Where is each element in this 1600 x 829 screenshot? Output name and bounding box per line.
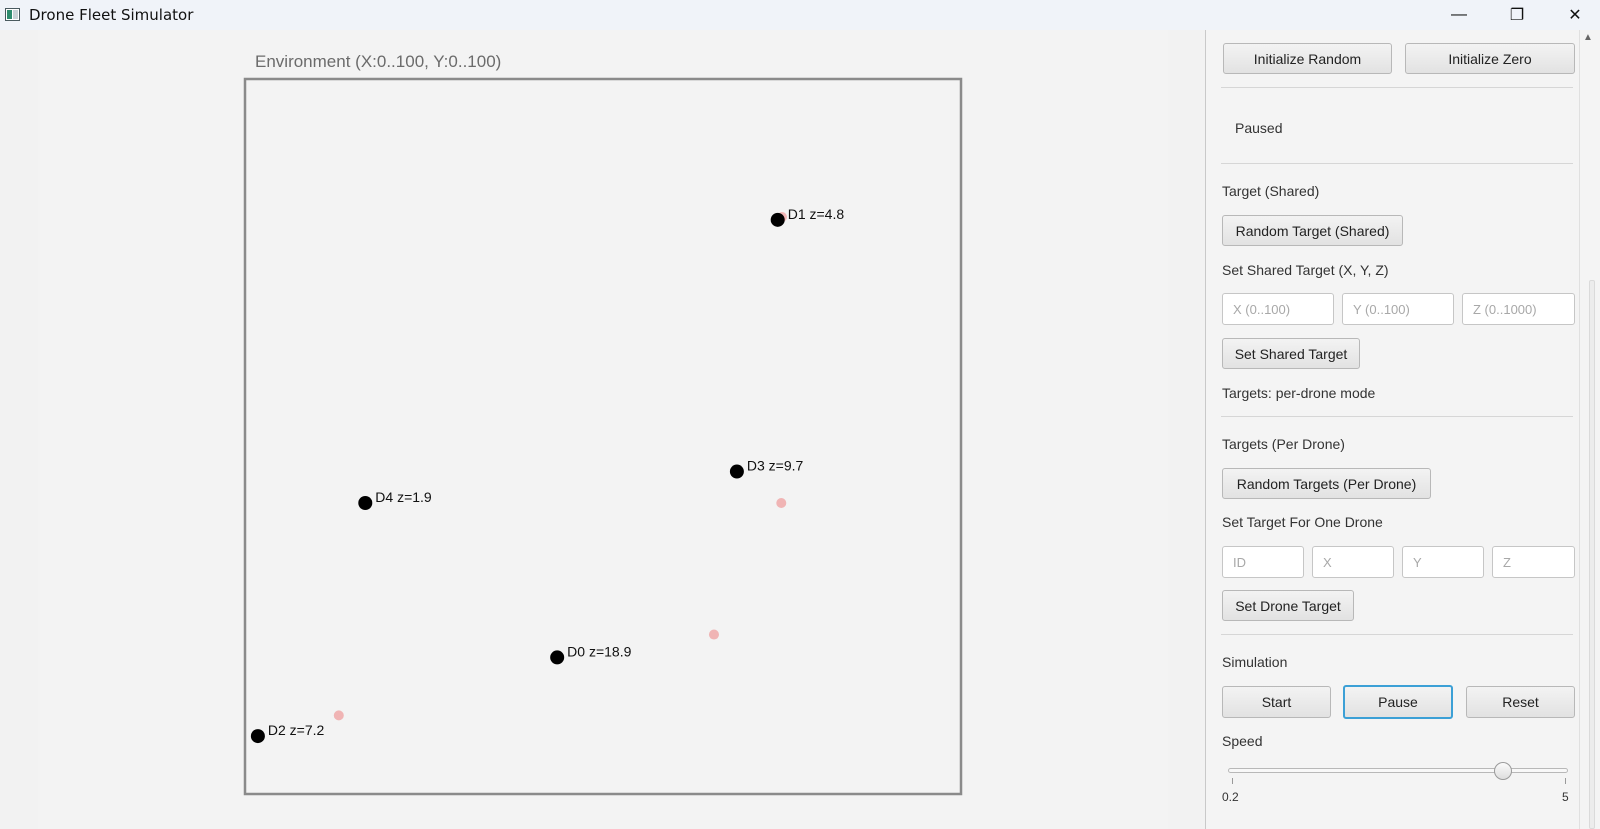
divider <box>1221 416 1573 417</box>
per-drone-targets-heading: Targets (Per Drone) <box>1222 436 1345 452</box>
speed-heading: Speed <box>1222 733 1263 749</box>
speed-min-label: 0.2 <box>1222 790 1239 804</box>
speed-slider-track[interactable] <box>1228 768 1568 773</box>
drone-x-input[interactable] <box>1312 546 1394 578</box>
drone-y-input[interactable] <box>1402 546 1484 578</box>
drone-marker-d1 <box>770 212 785 227</box>
maximize-button[interactable]: ❐ <box>1492 0 1542 30</box>
drone-label-d4: D4 z=1.9 <box>375 489 432 505</box>
drone-marker-d2 <box>250 729 265 744</box>
random-targets-per-drone-button[interactable]: Random Targets (Per Drone) <box>1222 468 1431 499</box>
drone-label-d1: D1 z=4.8 <box>788 206 845 222</box>
start-button[interactable]: Start <box>1222 686 1331 718</box>
status-text: Paused <box>1235 120 1283 136</box>
close-button[interactable]: ✕ <box>1550 0 1600 30</box>
random-shared-target-button[interactable]: Random Target (Shared) <box>1222 215 1403 246</box>
drone-id-input[interactable] <box>1222 546 1304 578</box>
shared-y-input[interactable] <box>1342 293 1454 325</box>
initialize-zero-button[interactable]: Initialize Zero <box>1405 43 1575 74</box>
set-shared-target-button[interactable]: Set Shared Target <box>1222 338 1360 369</box>
environment-canvas: D0 z=18.9 D1 z=4.8 D2 z=7.2 D3 z=9.7 D4 z=1.… <box>243 77 963 796</box>
target-marker <box>333 710 344 721</box>
set-one-drone-target-heading: Set Target For One Drone <box>1222 514 1383 530</box>
divider <box>1221 634 1573 635</box>
shared-x-input[interactable] <box>1222 293 1334 325</box>
shared-target-heading: Target (Shared) <box>1222 183 1320 199</box>
slider-tick <box>1232 778 1233 784</box>
set-drone-target-button[interactable]: Set Drone Target <box>1222 590 1354 621</box>
speed-max-label: 5 <box>1562 790 1569 804</box>
environment-border <box>243 77 963 796</box>
reset-button[interactable]: Reset <box>1466 686 1575 718</box>
drone-marker-d3 <box>729 464 744 479</box>
drone-label-d0: D0 z=18.9 <box>567 643 631 659</box>
drone-marker-d0 <box>550 650 565 665</box>
slider-tick <box>1565 778 1566 784</box>
scroll-up-icon[interactable]: ▲ <box>1583 32 1593 43</box>
divider <box>1221 163 1573 164</box>
drone-z-input[interactable] <box>1492 546 1575 578</box>
set-shared-target-heading: Set Shared Target (X, Y, Z) <box>1222 262 1389 278</box>
minimize-button[interactable]: — <box>1434 0 1484 30</box>
drone-label-d3: D3 z=9.7 <box>747 458 804 474</box>
shared-z-input[interactable] <box>1462 293 1575 325</box>
targets-mode-text: Targets: per-drone mode <box>1222 385 1376 401</box>
simulation-heading: Simulation <box>1222 654 1288 670</box>
divider <box>1221 87 1573 88</box>
pause-button[interactable]: Pause <box>1343 685 1453 719</box>
drone-marker-d4 <box>358 495 373 510</box>
target-marker <box>776 497 787 508</box>
initialize-random-button[interactable]: Initialize Random <box>1223 43 1392 74</box>
drone-label-d2: D2 z=7.2 <box>268 722 325 738</box>
target-marker <box>708 629 719 640</box>
speed-slider-thumb[interactable] <box>1493 762 1512 780</box>
scrollbar-thumb[interactable] <box>1589 280 1595 829</box>
